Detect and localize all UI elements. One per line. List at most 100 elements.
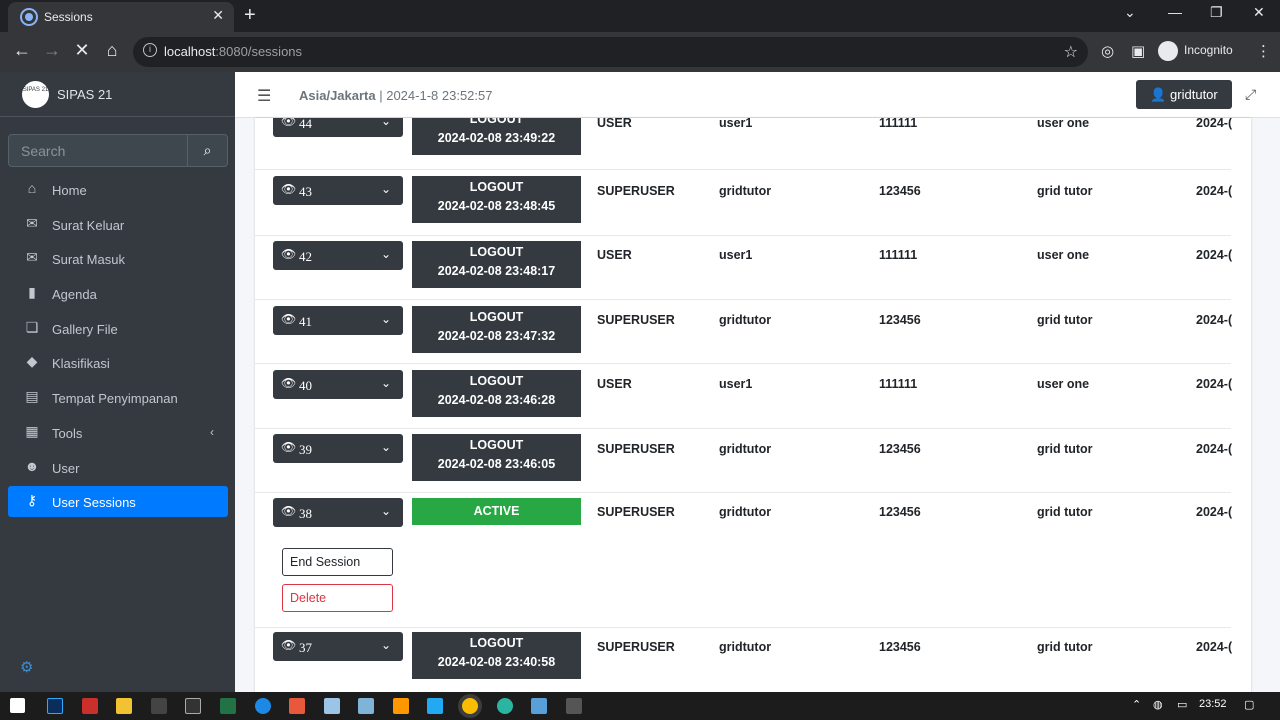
home-icon: ⌂ bbox=[27, 180, 37, 196]
address-bar[interactable]: i localhost:8080/sessions ☆ bbox=[133, 37, 1088, 67]
fullscreen-icon[interactable]: ⤢ bbox=[1245, 86, 1256, 103]
session-id: 40 bbox=[299, 378, 312, 393]
sublime-icon[interactable] bbox=[393, 698, 409, 714]
search-icon[interactable]: ⌕ bbox=[187, 135, 227, 166]
tab-search-icon[interactable]: ⌄ bbox=[1124, 4, 1136, 21]
maximize-icon[interactable]: ❐ bbox=[1210, 4, 1223, 21]
chevron-down-icon: ⌄ bbox=[380, 247, 391, 261]
browser-tab[interactable]: Sessions ✕ bbox=[8, 2, 234, 32]
sidebar-item-label: Home bbox=[52, 183, 87, 198]
app-orange-icon[interactable] bbox=[289, 698, 305, 714]
language-globe-icon[interactable]: ◍ bbox=[1153, 698, 1163, 711]
vscode-icon[interactable] bbox=[427, 698, 443, 714]
sidebar-item-home[interactable]: ⌂ Home bbox=[8, 174, 228, 205]
status-badge: LOGOUT 2024-02-08 23:49:22 bbox=[412, 118, 581, 155]
settings-gear-icon[interactable]: ⚙ bbox=[20, 658, 33, 676]
clock[interactable]: 23:52 bbox=[1199, 698, 1227, 710]
session-id-dropdown[interactable]: 👁 37 ⌄ bbox=[273, 632, 403, 661]
stop-icon[interactable]: ✕ bbox=[70, 40, 94, 61]
excel-icon[interactable] bbox=[220, 698, 236, 714]
home-browser-icon[interactable]: ⌂ bbox=[100, 40, 124, 61]
back-icon[interactable]: ← bbox=[10, 40, 34, 61]
sidebar-item-surat-keluar[interactable]: ✉ Surat Keluar bbox=[8, 209, 228, 240]
sidebar-item-agenda[interactable]: ▮ Agenda bbox=[8, 278, 228, 309]
forward-icon[interactable]: → bbox=[40, 40, 64, 61]
sidebar-item-gallery-file[interactable]: ❏ Gallery File bbox=[8, 313, 228, 344]
sidebar-item-user[interactable]: ☻ User bbox=[8, 452, 228, 483]
window-close-icon[interactable]: ✕ bbox=[1253, 4, 1265, 21]
app: SIPAS 21 SIPAS 21 ⌕ ⌂ Home ✉ Surat Kelua… bbox=[0, 72, 1280, 692]
file-explorer-icon[interactable] bbox=[116, 698, 132, 714]
session-id: 43 bbox=[299, 184, 312, 199]
status-badge: LOGOUT 2024-02-08 23:46:28 bbox=[412, 370, 581, 417]
session-id: 39 bbox=[299, 442, 312, 457]
session-id-dropdown[interactable]: 👁 38 ⌄ bbox=[273, 498, 403, 527]
brand[interactable]: SIPAS 21 SIPAS 21 bbox=[0, 72, 235, 117]
role-cell: SUPERUSER bbox=[597, 505, 675, 519]
url-text[interactable]: localhost:8080/sessions bbox=[164, 44, 302, 59]
date-cell: 2024-( bbox=[1196, 505, 1233, 519]
new-tab-icon[interactable]: + bbox=[244, 4, 256, 27]
username-cell: user1 bbox=[719, 248, 753, 262]
eye-icon: 👁 bbox=[281, 118, 297, 128]
sidebar-item-label: User bbox=[52, 460, 80, 476]
incognito-badge[interactable]: Incognito bbox=[1158, 41, 1233, 61]
extension-icon[interactable]: ◎ bbox=[1101, 42, 1114, 60]
eye-icon: 👁 bbox=[281, 376, 297, 390]
end-session-button[interactable]: End Session bbox=[282, 548, 393, 576]
bluetooth-icon[interactable] bbox=[255, 698, 271, 714]
app-window-icon[interactable] bbox=[531, 698, 547, 714]
app-lightblue-icon[interactable] bbox=[324, 698, 340, 714]
current-datetime: | 2024-1-8 23:52:57 bbox=[375, 88, 493, 103]
table-row: 👁 42 ⌄ LOGOUT 2024-02-08 23:48:17 USER u… bbox=[255, 236, 1232, 300]
session-id-dropdown[interactable]: 👁 41 ⌄ bbox=[273, 306, 403, 335]
bookmark-star-icon[interactable]: ☆ bbox=[1064, 42, 1078, 62]
calculator-icon[interactable] bbox=[151, 698, 167, 714]
sidepanel-icon[interactable]: ▣ bbox=[1131, 42, 1145, 60]
app-red-icon[interactable] bbox=[82, 698, 98, 714]
hamburger-menu-icon[interactable]: ☰ bbox=[257, 86, 271, 106]
sidebar-item-tools[interactable]: ▦ Tools ‹ bbox=[8, 417, 228, 448]
status-time: 2024-02-08 23:49:22 bbox=[437, 131, 556, 145]
box-icon: ▤ bbox=[25, 388, 39, 405]
sidebar-item-surat-masuk[interactable]: ✉ Surat Masuk bbox=[8, 243, 228, 274]
minimize-icon[interactable]: — bbox=[1168, 4, 1182, 20]
site-info-icon[interactable]: i bbox=[143, 43, 157, 57]
status-time: 2024-02-08 23:47:32 bbox=[437, 329, 556, 343]
browser-menu-icon[interactable]: ⋮ bbox=[1256, 42, 1271, 60]
pin-cell: 123456 bbox=[879, 640, 921, 654]
session-id-dropdown[interactable]: 👁 40 ⌄ bbox=[273, 370, 403, 399]
session-id-dropdown[interactable]: 👁 43 ⌄ bbox=[273, 176, 403, 205]
windows-start-icon[interactable] bbox=[10, 698, 25, 713]
notification-icon[interactable]: ▢ bbox=[1244, 698, 1254, 711]
name-cell: grid tutor bbox=[1037, 313, 1093, 327]
status-label: ACTIVE bbox=[473, 504, 520, 518]
role-cell: USER bbox=[597, 118, 632, 130]
sidebar-item-klasifikasi[interactable]: ◆ Klasifikasi bbox=[8, 347, 228, 378]
tray-chevron-up-icon[interactable]: ⌃ bbox=[1132, 698, 1141, 711]
sidebar-item-tempat-penyimpanan[interactable]: ▤ Tempat Penyimpanan bbox=[8, 382, 228, 413]
edge-icon[interactable] bbox=[497, 698, 513, 714]
session-id: 44 bbox=[299, 118, 312, 131]
user-button[interactable]: 👤 gridtutor bbox=[1136, 80, 1232, 109]
photoshop-icon[interactable] bbox=[47, 698, 63, 714]
network-icon[interactable]: ▭ bbox=[1177, 698, 1187, 711]
table-row: 👁 37 ⌄ LOGOUT 2024-02-08 23:40:58 SUPERU… bbox=[255, 628, 1233, 692]
date-cell: 2024-( bbox=[1196, 640, 1233, 654]
search-input[interactable] bbox=[9, 135, 187, 166]
delete-button[interactable]: Delete bbox=[282, 584, 393, 612]
session-id-dropdown[interactable]: 👁 39 ⌄ bbox=[273, 434, 403, 463]
session-id-dropdown[interactable]: 👁 44 ⌄ bbox=[273, 118, 403, 137]
sidebar-item-label: Surat Masuk bbox=[52, 252, 125, 268]
tab-close-icon[interactable]: ✕ bbox=[212, 7, 224, 24]
date-cell: 2024-( bbox=[1196, 118, 1233, 130]
notepad-icon[interactable] bbox=[358, 698, 374, 714]
session-id: 37 bbox=[299, 640, 312, 655]
browser-toolbar: ← → ✕ ⌂ i localhost:8080/sessions ☆ ◎ ▣ … bbox=[0, 32, 1280, 72]
terminal-icon[interactable] bbox=[185, 698, 201, 714]
status-badge: LOGOUT 2024-02-08 23:40:58 bbox=[412, 632, 581, 679]
sidebar-item-user-sessions[interactable]: ⚷ User Sessions bbox=[8, 486, 228, 518]
snipping-icon[interactable] bbox=[566, 698, 582, 714]
chrome-icon[interactable] bbox=[462, 698, 478, 714]
session-id-dropdown[interactable]: 👁 42 ⌄ bbox=[273, 241, 403, 270]
